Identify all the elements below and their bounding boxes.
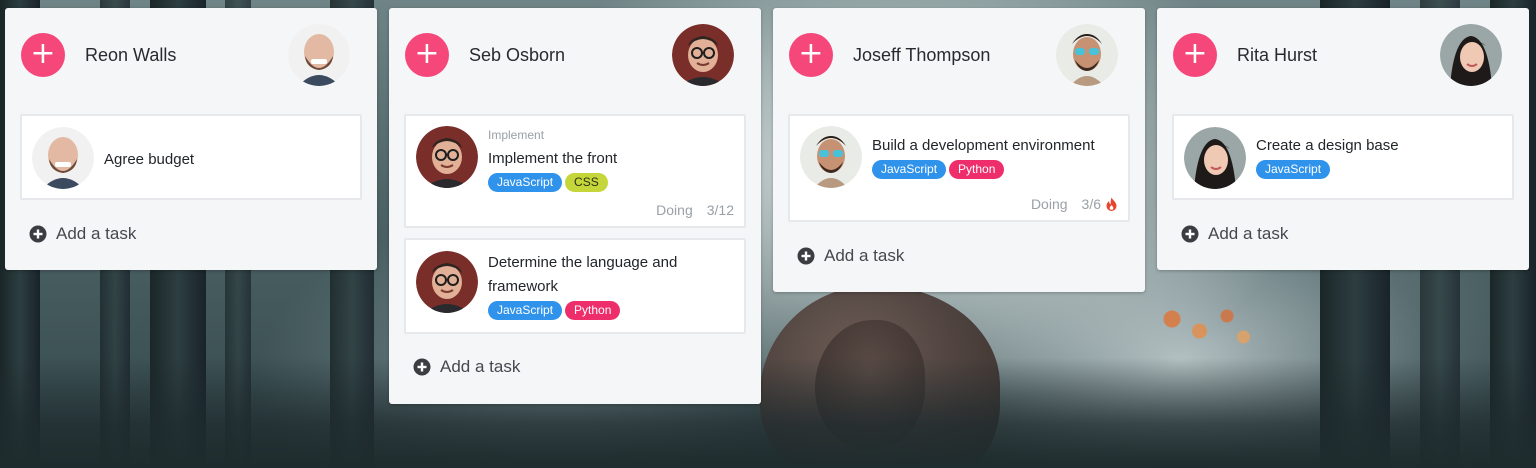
member-name: Rita Hurst bbox=[1237, 45, 1318, 65]
tag-javascript[interactable]: JavaScript bbox=[1256, 160, 1331, 179]
task-title: Build a development environment bbox=[872, 137, 1095, 154]
status-label: Doing bbox=[656, 202, 693, 218]
add-member-task-button[interactable]: + bbox=[405, 33, 449, 77]
plus-icon: + bbox=[30, 36, 56, 71]
man-with-glasses-avatar[interactable] bbox=[672, 24, 734, 86]
tag-python[interactable]: Python bbox=[565, 301, 621, 320]
add-task-button[interactable]: Add a task bbox=[1181, 224, 1288, 244]
member-column: + Rita Hurst Create a design base JavaSc… bbox=[1157, 8, 1529, 270]
add-task-label: Add a task bbox=[440, 357, 521, 376]
task-category: Implement bbox=[488, 128, 545, 142]
task-status: Doing 3/6 bbox=[1031, 196, 1118, 212]
tag-list: JavaScript Python bbox=[488, 301, 736, 320]
tag-javascript[interactable]: JavaScript bbox=[488, 173, 563, 192]
tag-javascript[interactable]: JavaScript bbox=[872, 160, 947, 179]
task-title: Implement the front bbox=[488, 150, 618, 167]
member-name: Reon Walls bbox=[85, 45, 177, 65]
member-name: Seb Osborn bbox=[469, 45, 566, 65]
task-title-line: Determine the language and bbox=[488, 254, 678, 271]
task-card[interactable]: Build a development environment JavaScri… bbox=[788, 114, 1130, 222]
tag-javascript[interactable]: JavaScript bbox=[488, 301, 563, 320]
add-task-label: Add a task bbox=[824, 246, 905, 265]
task-card[interactable]: Implement Implement the front JavaScript… bbox=[404, 114, 746, 228]
member-column: + Seb Osborn Implement Implement the fro… bbox=[389, 8, 761, 404]
tag-python[interactable]: Python bbox=[949, 160, 1005, 179]
add-task-label: Add a task bbox=[56, 224, 137, 243]
woman-dark-hair-avatar[interactable] bbox=[1440, 24, 1502, 86]
tag-css[interactable]: CSS bbox=[565, 173, 608, 192]
plus-circle-icon bbox=[1181, 225, 1199, 243]
member-column: + Joseff Thompson Build a development en… bbox=[773, 8, 1145, 292]
task-status: Doing 3/12 bbox=[656, 202, 734, 218]
plus-circle-icon bbox=[797, 247, 815, 265]
add-member-task-button[interactable]: + bbox=[1173, 33, 1217, 77]
checklist-progress: 3/6 bbox=[1081, 196, 1101, 212]
tag-list: JavaScript bbox=[1256, 160, 1504, 179]
task-card[interactable]: Create a design base JavaScript bbox=[1172, 114, 1514, 200]
man-with-glasses-avatar bbox=[416, 126, 478, 188]
man-with-sunglasses-avatar[interactable] bbox=[1056, 24, 1118, 86]
man-with-sunglasses-avatar bbox=[800, 126, 862, 188]
fire-icon bbox=[1106, 197, 1117, 211]
woman-dark-hair-avatar bbox=[1184, 127, 1246, 189]
plus-icon: + bbox=[798, 36, 824, 71]
task-title: Create a design base bbox=[1256, 137, 1399, 154]
bald-bearded-man-avatar[interactable] bbox=[288, 24, 350, 86]
add-task-button[interactable]: Add a task bbox=[797, 246, 904, 266]
add-member-task-button[interactable]: + bbox=[789, 33, 833, 77]
member-column: + Reon Walls Agree budget Add a task bbox=[5, 8, 377, 270]
plus-circle-icon bbox=[413, 358, 431, 376]
column-header: + Rita Hurst bbox=[1157, 8, 1529, 104]
add-task-button[interactable]: Add a task bbox=[29, 224, 136, 244]
add-task-button[interactable]: Add a task bbox=[413, 357, 520, 377]
checklist-progress: 3/12 bbox=[706, 202, 734, 218]
task-title-line: framework bbox=[488, 278, 559, 295]
bald-bearded-man-avatar bbox=[32, 127, 94, 189]
plus-icon: + bbox=[1182, 36, 1208, 71]
task-title: Agree budget bbox=[104, 151, 195, 168]
add-member-task-button[interactable]: + bbox=[21, 33, 65, 77]
plus-circle-icon bbox=[29, 225, 47, 243]
column-header: + Joseff Thompson bbox=[773, 8, 1145, 104]
man-with-glasses-avatar bbox=[416, 251, 478, 313]
member-name: Joseff Thompson bbox=[853, 45, 991, 65]
plus-icon: + bbox=[414, 36, 440, 71]
task-card[interactable]: Agree budget bbox=[20, 114, 362, 200]
tag-list: JavaScript Python bbox=[872, 160, 1120, 179]
column-header: + Seb Osborn bbox=[389, 8, 761, 104]
add-task-label: Add a task bbox=[1208, 224, 1289, 243]
task-card[interactable]: Determine the language and framework Jav… bbox=[404, 238, 746, 334]
tag-list: JavaScript CSS bbox=[488, 173, 736, 192]
status-label: Doing bbox=[1030, 196, 1068, 212]
column-header: + Reon Walls bbox=[5, 8, 377, 104]
